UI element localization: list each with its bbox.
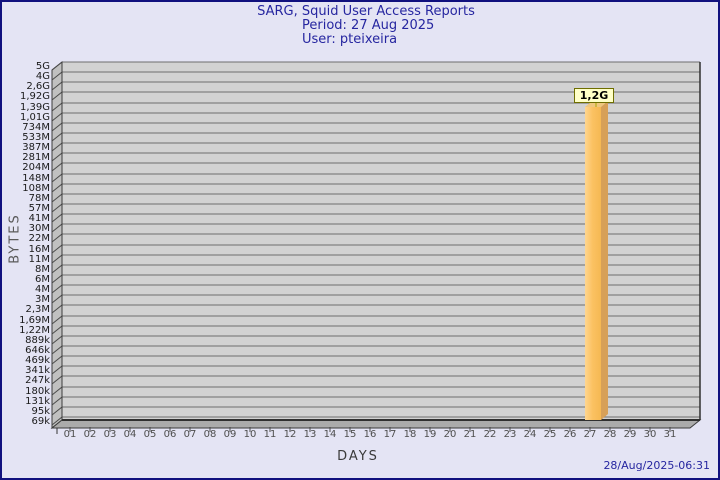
x-tick-label: 31 (663, 429, 677, 440)
x-axis-tick-labels: 01 02 03 04 05 06 07 08 09 10 11 12 13 14 15 16 17 18 19 20… (0, 0, 720, 480)
bar-value-label: 1,2G (574, 88, 614, 103)
generation-timestamp: 28/Aug/2025-06:31 (603, 459, 710, 472)
sarg-report-chart: SARG, Squid User Access Reports Period: … (0, 0, 720, 480)
